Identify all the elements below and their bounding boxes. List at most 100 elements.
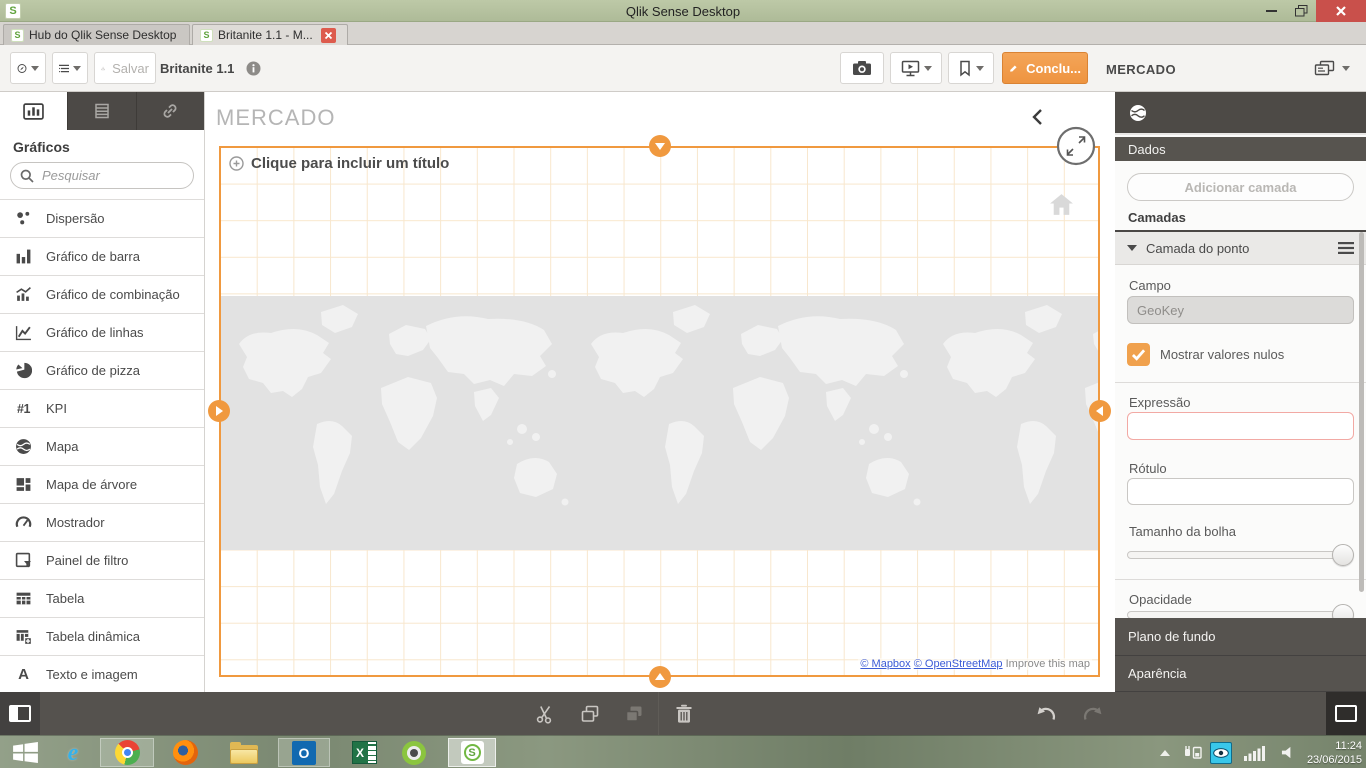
openstreetmap-link[interactable]: © OpenStreetMap — [914, 658, 1003, 670]
label-label: Rótulo — [1129, 461, 1167, 476]
chart-item-table[interactable]: Tabela — [0, 579, 204, 617]
data-section-header[interactable]: Dados — [1115, 137, 1366, 161]
add-layer-button[interactable]: Adicionar camada — [1127, 173, 1354, 201]
tab-document[interactable]: S Britanite 1.1 - M... — [192, 24, 348, 45]
mapbox-link[interactable]: © Mapbox — [860, 658, 910, 670]
tab-close-button[interactable] — [320, 27, 336, 43]
info-icon[interactable] — [246, 61, 261, 76]
toggle-left-panel-button[interactable] — [0, 692, 40, 735]
chart-item-map[interactable]: Mapa — [0, 427, 204, 465]
taskbar-chrome[interactable] — [114, 739, 140, 766]
cut-button[interactable] — [532, 702, 558, 726]
toggle-right-panel-button[interactable] — [1326, 692, 1366, 735]
done-editing-button[interactable]: Conclu... — [1002, 52, 1088, 84]
chart-item-bar[interactable]: Gráfico de barra — [0, 237, 204, 275]
widget-title-placeholder[interactable]: Clique para incluir um título — [229, 155, 449, 172]
appearance-section-header[interactable]: Aparência — [1115, 656, 1366, 692]
taskbar-outlook[interactable]: O — [291, 739, 317, 766]
fullscreen-toggle-button[interactable] — [1056, 126, 1096, 166]
tab-master-items[interactable] — [135, 92, 204, 130]
compass-icon — [17, 63, 27, 73]
windows-logo-icon — [12, 742, 38, 763]
field-input[interactable] — [1127, 296, 1354, 324]
fields-tab-icon — [95, 103, 109, 119]
redo-button[interactable] — [1080, 702, 1106, 726]
tray-eye-icon[interactable] — [1210, 742, 1232, 764]
delete-button[interactable] — [671, 702, 697, 726]
minimize-button[interactable] — [1258, 0, 1284, 22]
chart-item-combo[interactable]: Gráfico de combinação — [0, 275, 204, 313]
paste-button[interactable] — [621, 702, 647, 726]
copy-button[interactable] — [577, 702, 603, 726]
resize-handle-right[interactable] — [1089, 400, 1111, 422]
sheet-title[interactable]: MERCADO — [216, 105, 335, 131]
assets-sidebar: Gráficos Dispersão Gráfico de barra — [0, 92, 205, 693]
sidebar-search[interactable] — [10, 162, 194, 189]
chart-item-label: Tabela dinâmica — [46, 629, 140, 644]
layer-row-point-layer[interactable]: Camada do ponto — [1115, 232, 1366, 265]
chart-item-kpi[interactable]: #1 KPI — [0, 389, 204, 427]
chart-item-label: Gráfico de barra — [46, 249, 140, 264]
chart-item-filter-pane[interactable]: Painel de filtro — [0, 541, 204, 579]
bookmark-button[interactable] — [948, 52, 994, 84]
chart-item-pivot-table[interactable]: Tabela dinâmica — [0, 617, 204, 655]
taskbar-file-explorer[interactable] — [228, 739, 260, 766]
taskbar-internet-explorer[interactable]: e — [56, 739, 90, 766]
taskbar-excel[interactable]: X — [350, 739, 378, 766]
chart-item-pie[interactable]: Gráfico de pizza — [0, 351, 204, 389]
panel-scrollbar[interactable] — [1359, 232, 1364, 592]
search-input[interactable] — [40, 167, 184, 184]
collapse-triangle-icon[interactable] — [1127, 245, 1137, 256]
collapse-panel-chevron[interactable] — [1030, 108, 1044, 126]
bubble-size-slider[interactable] — [1127, 544, 1354, 566]
close-button[interactable] — [1316, 0, 1366, 22]
restore-button[interactable] — [1287, 0, 1315, 22]
undo-button[interactable] — [1033, 702, 1059, 726]
start-button[interactable] — [8, 739, 42, 766]
chart-item-label: Gráfico de linhas — [46, 325, 144, 340]
tab-charts[interactable] — [0, 92, 67, 130]
slider-track[interactable] — [1127, 551, 1354, 559]
tray-network-signal-icon[interactable] — [1242, 739, 1268, 766]
expression-input[interactable] — [1127, 412, 1354, 440]
snapshot-button[interactable] — [840, 52, 884, 84]
properties-panel-header — [1115, 92, 1366, 135]
background-section-header[interactable]: Plano de fundo — [1115, 618, 1366, 656]
chart-item-label: Painel de filtro — [46, 553, 129, 568]
sheets-navigator-button[interactable] — [1306, 52, 1358, 84]
slider-knob[interactable] — [1332, 544, 1354, 566]
taskbar-qlik-sense[interactable]: S — [459, 739, 485, 766]
world-map[interactable] — [221, 296, 1098, 550]
tray-show-hidden-icons[interactable] — [1156, 739, 1174, 766]
save-button[interactable]: Salvar — [94, 52, 156, 84]
show-nulls-checkbox[interactable] — [1127, 343, 1150, 366]
label-input[interactable] — [1127, 478, 1354, 505]
layer-menu-icon[interactable] — [1338, 242, 1354, 254]
chart-item-treemap[interactable]: Mapa de árvore — [0, 465, 204, 503]
global-menu-button[interactable] — [52, 52, 88, 84]
tab-hub[interactable]: S Hub do Qlik Sense Desktop — [3, 24, 190, 45]
treemap-icon — [14, 475, 33, 494]
chart-item-scatter[interactable]: Dispersão — [0, 199, 204, 237]
taskbar-qlikview[interactable] — [400, 739, 428, 766]
chart-item-label: Mapa — [46, 439, 79, 454]
resize-handle-top[interactable] — [649, 135, 671, 157]
navigation-menu-button[interactable] — [10, 52, 46, 84]
chart-item-text-image[interactable]: A Texto e imagem — [0, 655, 204, 693]
resize-handle-left[interactable] — [208, 400, 230, 422]
chart-item-line[interactable]: Gráfico de linhas — [0, 313, 204, 351]
tray-clock[interactable]: 11:24 23/06/2015 — [1292, 739, 1362, 767]
chart-item-gauge[interactable]: Mostrador — [0, 503, 204, 541]
map-widget-selected[interactable]: Clique para incluir um título © Mapbox ©… — [208, 135, 1111, 688]
map-home-icon[interactable] — [1048, 192, 1075, 217]
chevron-down-icon — [31, 66, 39, 75]
tray-power-icon[interactable] — [1180, 739, 1206, 766]
improve-map-text: Improve this map — [1005, 658, 1090, 670]
qlik-sense-icon: S — [460, 741, 484, 764]
globe-icon[interactable] — [1128, 103, 1148, 123]
taskbar-firefox[interactable] — [170, 739, 200, 766]
tab-fields[interactable] — [67, 92, 136, 130]
presentation-button[interactable] — [890, 52, 942, 84]
resize-handle-bottom[interactable] — [649, 666, 671, 688]
arrow-up-icon — [1160, 745, 1170, 756]
